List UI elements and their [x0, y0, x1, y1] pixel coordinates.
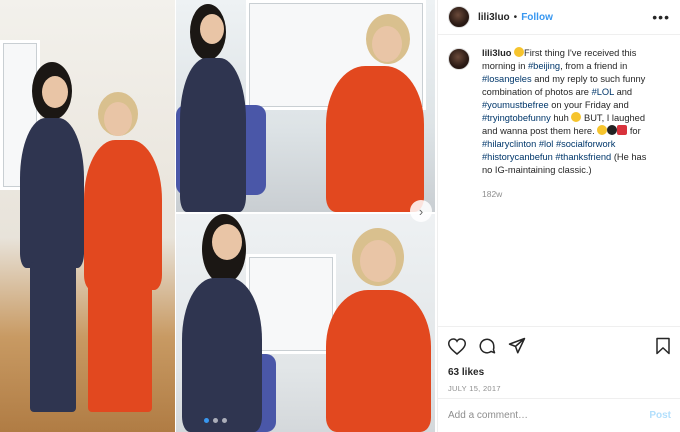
emoji-icon [617, 125, 628, 135]
emoji-icon [597, 125, 608, 135]
comment-input[interactable] [448, 410, 650, 421]
emoji-icon [514, 47, 525, 57]
bookmark-icon[interactable] [655, 337, 671, 355]
figure-face [42, 76, 68, 108]
caption-text-segment: , from a friend in [560, 61, 628, 71]
photo-panel-bottom-right [176, 214, 435, 432]
figure-face [372, 26, 402, 62]
photo-panel-top-right [176, 0, 435, 212]
carousel-dots [204, 418, 227, 423]
figure-red-jacket [84, 140, 162, 290]
hashtag-link[interactable]: #thanksfriend [555, 152, 611, 162]
hashtag-link[interactable]: #socialforwork [556, 139, 615, 149]
follow-button[interactable]: Follow [521, 12, 553, 23]
carousel-dot [204, 418, 209, 423]
caption-text-segment: huh [550, 113, 572, 123]
hashtag-link[interactable]: #historycanbefun [482, 152, 553, 162]
post-date: JULY 15, 2017 [448, 384, 501, 393]
figure-face [200, 14, 224, 44]
caption-text-segment: on your Friday and [548, 100, 629, 110]
heart-icon[interactable] [448, 337, 466, 355]
hashtag-link[interactable]: #losangeles [482, 74, 532, 84]
hashtag-link[interactable]: #beijing [528, 61, 560, 71]
carousel-dot [222, 418, 227, 423]
emoji-icon [607, 125, 618, 135]
carousel-dot [213, 418, 218, 423]
caption-text-segment: for [627, 126, 641, 136]
share-icon[interactable] [508, 337, 526, 355]
post-sidebar: lili3luo • Follow ••• lili3luo First thi… [437, 0, 680, 432]
figure-suit [20, 118, 84, 268]
comment-icon[interactable] [478, 337, 496, 355]
more-options-icon[interactable]: ••• [652, 9, 670, 25]
action-bar: 63 likes JULY 15, 2017 [438, 326, 680, 393]
figure-suit [180, 58, 246, 212]
hashtag-link[interactable]: #hilaryclinton [482, 139, 536, 149]
figure-red-jacket [326, 290, 431, 432]
carousel-next-button[interactable]: › [410, 200, 432, 222]
figure-face [212, 224, 242, 260]
hashtag-link[interactable]: #youmustbefree [482, 100, 549, 110]
username-link[interactable]: lili3luo [478, 12, 510, 23]
emoji-icon [571, 112, 582, 122]
avatar[interactable] [448, 48, 470, 70]
separator-dot: • [513, 11, 518, 23]
likes-count[interactable]: 63 likes [448, 367, 671, 378]
hashtag-link[interactable]: #lol [539, 139, 553, 149]
caption-text: lili3luo First thing I've received this … [482, 47, 658, 177]
caption-text-segment: and [613, 87, 633, 97]
comment-box: Post [438, 398, 680, 432]
figure-red-jacket [326, 66, 424, 212]
figure-face [360, 240, 396, 282]
post-comment-button[interactable]: Post [649, 410, 671, 421]
hashtag-link[interactable]: #tryingtobefunny [482, 113, 551, 123]
figure-face [104, 102, 132, 136]
post-photo-collage[interactable]: › [0, 0, 437, 432]
avatar[interactable] [448, 6, 470, 28]
caption-username-link[interactable]: lili3luo [482, 48, 511, 58]
time-ago[interactable]: 182w [482, 189, 680, 199]
figure-trousers [30, 262, 76, 412]
post-header: lili3luo • Follow ••• [438, 0, 680, 35]
hashtag-link[interactable]: #LOL [592, 87, 614, 97]
figure-suit [182, 278, 262, 432]
caption: lili3luo First thing I've received this … [438, 35, 680, 177]
figure-red-trousers [88, 284, 152, 412]
photo-panel-left [0, 0, 175, 432]
